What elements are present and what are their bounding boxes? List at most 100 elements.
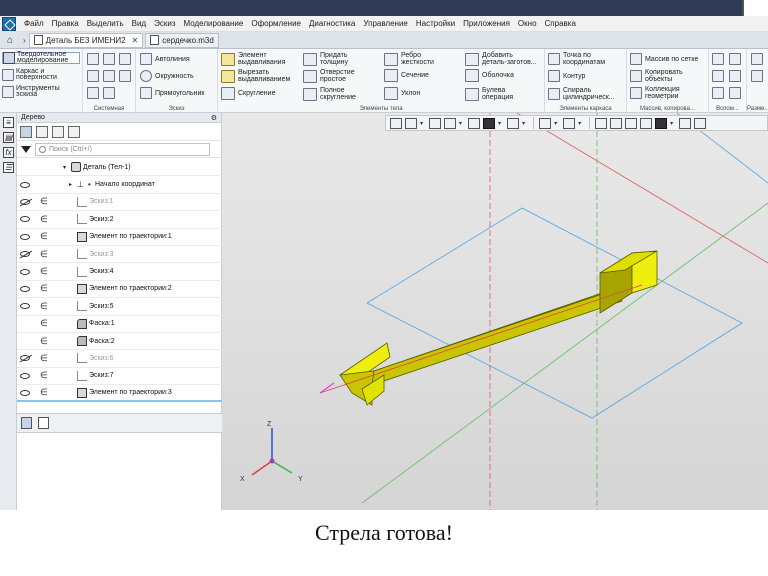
- draft-button[interactable]: Уклон: [384, 87, 420, 100]
- tree-search-input[interactable]: Поиск (Ctrl+/): [35, 142, 210, 156]
- visibility-eye-icon[interactable]: [20, 233, 30, 240]
- print-icon[interactable]: [87, 70, 99, 82]
- zoom-window-icon[interactable]: [390, 117, 402, 129]
- relation-icon[interactable]: ∈: [40, 196, 48, 207]
- relation-icon[interactable]: ∈: [40, 336, 48, 347]
- relation-icon[interactable]: ∈: [40, 231, 48, 242]
- fit-icon[interactable]: [468, 117, 481, 129]
- relation-icon[interactable]: ∈: [40, 301, 48, 312]
- menu-view[interactable]: Вид: [128, 19, 150, 28]
- display-mode-icon[interactable]: [507, 117, 520, 129]
- menu-window[interactable]: Окно: [514, 19, 541, 28]
- tree-row[interactable]: ∈ Элемент по траектории:2: [17, 281, 222, 299]
- contour-button[interactable]: Контур: [548, 70, 585, 82]
- properties-panel-icon[interactable]: ▤: [3, 132, 14, 143]
- aux-point-icon[interactable]: [712, 70, 724, 82]
- thicken-button[interactable]: Придать толщину: [303, 52, 348, 66]
- add-blank-button[interactable]: Добавить деталь-заготов...: [465, 52, 537, 66]
- properties-icon[interactable]: [119, 70, 131, 82]
- tree-root-row[interactable]: ▾ Деталь (Тел-1): [17, 159, 222, 177]
- expand-triangle-icon[interactable]: ▸: [69, 181, 72, 188]
- close-icon[interactable]: ✕: [132, 36, 139, 45]
- front-view-icon[interactable]: [610, 117, 623, 129]
- new-doc-icon[interactable]: [87, 53, 99, 65]
- tree-row[interactable]: ∈ Фаска:2: [17, 333, 222, 351]
- mode-sketch-tools[interactable]: Инструменты эскиза: [2, 85, 80, 98]
- tree-bodies-icon[interactable]: [52, 125, 64, 138]
- tree-row[interactable]: ∈ Фаска:1: [17, 316, 222, 333]
- visibility-eye-icon[interactable]: [20, 372, 30, 379]
- clipboard-icon[interactable]: [103, 70, 115, 82]
- rotate-icon[interactable]: [429, 117, 442, 129]
- menu-help[interactable]: Справка: [541, 19, 580, 28]
- chevron-down-icon[interactable]: ▾: [670, 120, 673, 127]
- tree-row[interactable]: ∈ Элемент по траектории:1: [17, 229, 222, 246]
- menu-select[interactable]: Выделить: [83, 19, 128, 28]
- full-round-button[interactable]: Полное скругление: [303, 87, 356, 101]
- gear-icon[interactable]: ⚙: [211, 114, 217, 122]
- relation-icon[interactable]: ∈: [40, 387, 48, 398]
- tree-order-icon[interactable]: [36, 125, 48, 138]
- measure-icon[interactable]: [694, 117, 707, 129]
- relation-icon[interactable]: ∈: [40, 266, 48, 277]
- rib-button[interactable]: Ребро жесткости: [384, 52, 434, 66]
- aux-axis-icon[interactable]: [712, 53, 724, 65]
- aux-lcs-icon[interactable]: [712, 87, 724, 99]
- tree-row[interactable]: ∈ Элемент по траектории:3: [17, 385, 222, 403]
- section-view-icon[interactable]: [595, 117, 608, 129]
- tree-structure-icon[interactable]: [20, 125, 32, 138]
- relation-icon[interactable]: ∈: [40, 214, 48, 225]
- side-view-icon[interactable]: [625, 117, 638, 129]
- tree-row[interactable]: ∈ Эскиз:7: [17, 368, 222, 386]
- dimension-icon[interactable]: [751, 53, 763, 65]
- pan-icon[interactable]: [444, 117, 457, 129]
- tree-row[interactable]: ∈ Эскиз:1: [17, 194, 222, 212]
- menu-apps[interactable]: Приложения: [459, 19, 514, 28]
- boolean-button[interactable]: Булева операция: [465, 87, 513, 101]
- tab-heart[interactable]: сердечко.m3d: [145, 32, 219, 48]
- 3d-viewport[interactable]: Z X Y ▾ ▾ ▾ ▾ ▾ ▾ ▾: [222, 113, 768, 510]
- spiral-button[interactable]: Спираль цилиндрическ...: [548, 87, 615, 101]
- section-button[interactable]: Сечение: [384, 69, 429, 82]
- document-list-icon[interactable]: [38, 417, 49, 429]
- tree-layers-icon[interactable]: [68, 125, 80, 138]
- visibility-eye-icon[interactable]: [20, 268, 30, 275]
- grid-array-button[interactable]: Массив по сетке: [630, 53, 698, 65]
- shell-button[interactable]: Оболочка: [465, 69, 514, 82]
- hide-icon[interactable]: [563, 117, 576, 129]
- variables-fx-icon[interactable]: fx: [3, 147, 14, 158]
- hidden-eye-icon[interactable]: [20, 198, 30, 205]
- menu-modeling[interactable]: Моделирование: [179, 19, 247, 28]
- visibility-icon[interactable]: [539, 117, 552, 129]
- visibility-eye-icon[interactable]: [20, 389, 30, 396]
- menu-design[interactable]: Оформление: [247, 19, 305, 28]
- chevron-down-icon[interactable]: ▾: [522, 120, 525, 127]
- visibility-eye-icon[interactable]: [20, 181, 30, 188]
- point-by-coords-button[interactable]: Точка по координатам: [548, 52, 605, 66]
- chevron-right-icon[interactable]: ›: [23, 36, 26, 45]
- tree-panel-icon[interactable]: ≡: [3, 117, 14, 128]
- aux-line-icon[interactable]: [729, 70, 741, 82]
- hidden-eye-icon[interactable]: [20, 251, 30, 258]
- open-doc-icon[interactable]: [103, 53, 115, 65]
- menu-diagnostics[interactable]: Диагностика: [305, 19, 359, 28]
- relation-icon[interactable]: ∈: [40, 370, 48, 381]
- visibility-eye-icon[interactable]: [20, 216, 30, 223]
- menu-file[interactable]: Файл: [20, 19, 48, 28]
- tree-row[interactable]: ∈ Эскиз:6: [17, 350, 222, 368]
- tree-row[interactable]: ∈ Эскиз:4: [17, 263, 222, 281]
- redo-icon[interactable]: [103, 87, 115, 99]
- autoline-button[interactable]: Автолиния: [140, 53, 190, 65]
- undo-icon[interactable]: [87, 87, 99, 99]
- tab-detail[interactable]: Деталь БЕЗ ИМЕНИ2 ✕: [28, 32, 144, 48]
- orientation-cube-icon[interactable]: [483, 117, 496, 129]
- visibility-eye-icon[interactable]: [20, 285, 30, 292]
- hidden-eye-icon[interactable]: [20, 355, 30, 362]
- menu-settings[interactable]: Настройки: [412, 19, 459, 28]
- grid-icon[interactable]: [679, 117, 692, 129]
- relation-icon[interactable]: ∈: [40, 283, 48, 294]
- aux-surface-icon[interactable]: [729, 87, 741, 99]
- aux-plane-icon[interactable]: [729, 53, 741, 65]
- zoom-icon[interactable]: [405, 117, 417, 129]
- tree-origin-row[interactable]: ▸ ⊥ • Начало координат: [17, 176, 222, 194]
